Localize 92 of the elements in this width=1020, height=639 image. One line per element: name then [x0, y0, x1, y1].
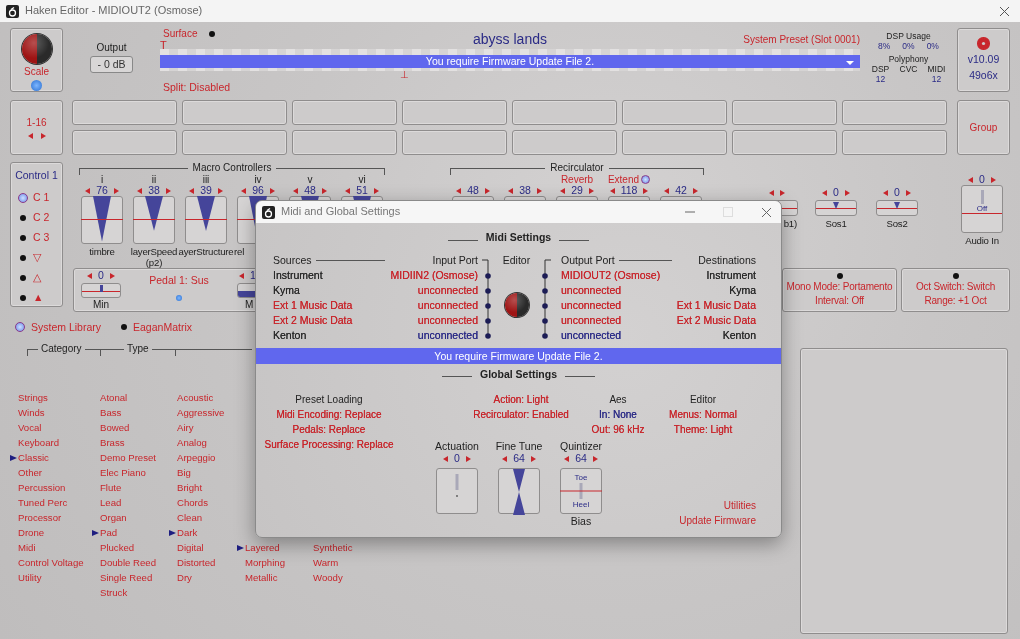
section-title: Recirculator — [549, 162, 605, 174]
slider-value: 64 — [513, 453, 525, 465]
slider-label: ayerStructure — [178, 246, 234, 257]
slider-value: 96 — [252, 185, 264, 196]
slider-value: 29 — [571, 185, 583, 196]
slider-value: 64 — [575, 453, 587, 465]
slider-value: 39 — [200, 185, 212, 196]
column-header: Output Port — [561, 252, 615, 268]
source-label: Kenton — [273, 328, 307, 341]
slider-label: M — [245, 299, 254, 311]
slider-name: iii — [202, 174, 210, 185]
slider-label: Quintizer — [560, 440, 602, 453]
dsp-usage-label: DSP Usage — [885, 31, 932, 41]
toe-label: Toe — [573, 473, 589, 483]
slider-caption: Bias — [570, 515, 592, 528]
polyphony-column-label: MIDI — [927, 64, 946, 74]
slider-value: 118 — [620, 185, 638, 196]
column-header: Type — [126, 343, 150, 355]
destination-label: Ext 2 Music Data — [676, 313, 756, 326]
slider-label: Fine Tune — [495, 440, 543, 453]
source-label: Instrument — [273, 268, 323, 281]
usage-value: 8% — [878, 41, 891, 51]
slider-name: ii — [151, 174, 157, 185]
slider-value: 51 — [356, 185, 368, 196]
message-banner: You require Firmware Update File 2. — [256, 347, 781, 364]
slider-label: layerSpeed (p2) — [129, 246, 179, 268]
destination-label: Kyma — [729, 283, 756, 296]
slider-value: 76 — [96, 185, 108, 196]
settings-header: Editor — [688, 393, 718, 408]
preset-title: abyss lands — [472, 30, 548, 49]
column-header: Category — [40, 343, 83, 355]
slider-label: Audio In — [965, 235, 999, 246]
slider-value: 38 — [148, 185, 160, 196]
slider-name: iv — [254, 174, 262, 185]
output-label: Output — [96, 42, 127, 54]
slider-value: 42 — [675, 185, 687, 196]
slider-name: v — [307, 174, 313, 185]
slider-name: i — [100, 174, 104, 185]
slider-label: Sos1 — [825, 218, 847, 229]
column-header: Sources — [273, 252, 312, 268]
settings-header: Aes — [608, 393, 628, 408]
polyphony-column-label: DSP — [871, 64, 890, 74]
polyphony-label: Polyphony — [887, 54, 930, 64]
slider-value: 48 — [467, 185, 479, 196]
polyphony-value: 12 — [875, 74, 886, 84]
slider-value: 48 — [304, 185, 316, 196]
slider-label: Sos2 — [886, 218, 908, 229]
slider-label: Min — [92, 299, 110, 311]
marker-label: T — [160, 40, 167, 50]
slider-label: Actuation — [435, 440, 479, 453]
slider-value: 0 — [833, 187, 839, 198]
version-label: v10.09 — [967, 53, 1000, 66]
slider-name: vi — [358, 174, 366, 185]
slider-value: 0 — [979, 174, 985, 185]
heel-label: Heel — [571, 500, 591, 510]
column-header: Input Port — [431, 252, 478, 268]
window-title: Haken Editor - MIDIOUT2 (Osmose) — [25, 4, 203, 18]
section-heading: Midi Settings — [485, 231, 552, 244]
slider-value: 38 — [519, 185, 531, 196]
slider-value: 0 — [894, 187, 900, 198]
pedal-title: Pedal 1: Sus — [149, 274, 209, 287]
polyphony-value: 12 — [931, 74, 942, 84]
source-label: Ext 2 Music Data — [273, 313, 353, 326]
control-title: Control 1 — [14, 169, 59, 182]
slider-name: Extend — [607, 174, 640, 185]
destination-label: Ext 1 Music Data — [676, 298, 756, 311]
usage-value: 0% — [902, 41, 915, 51]
source-label: Ext 1 Music Data — [273, 298, 353, 311]
column-header: Editor — [501, 252, 532, 268]
channel-range: 1-16 — [26, 116, 47, 129]
split-label: Split: Disabled — [163, 81, 231, 94]
surface-label: Surface — [163, 28, 198, 40]
slider-value: 0 — [454, 453, 460, 465]
destination-label: Instrument — [706, 268, 756, 281]
slider-value: 0 — [98, 270, 104, 281]
column-header: Destinations — [697, 252, 756, 268]
source-label: Kyma — [273, 283, 300, 296]
marker-label: ⊥ — [400, 71, 409, 79]
section-title: Macro Controllers — [191, 162, 273, 174]
build-label: 49o6x — [969, 68, 998, 82]
slider-name: Reverb — [560, 174, 594, 185]
polyphony-column-label: CVC — [899, 64, 918, 74]
slider-label: rel — [234, 246, 245, 257]
slider-label: timbre — [89, 246, 115, 257]
dialog-title: Midi and Global Settings — [281, 205, 401, 219]
destination-label: Kenton — [722, 328, 756, 341]
settings-header: Preset Loading — [294, 393, 364, 408]
section-heading: Global Settings — [480, 367, 557, 381]
usage-value: 0% — [926, 41, 939, 51]
slider-value: 1 — [250, 270, 256, 281]
preset-slot: System Preset (Slot 0001) — [660, 28, 860, 49]
slider-label: b1) — [783, 218, 797, 229]
